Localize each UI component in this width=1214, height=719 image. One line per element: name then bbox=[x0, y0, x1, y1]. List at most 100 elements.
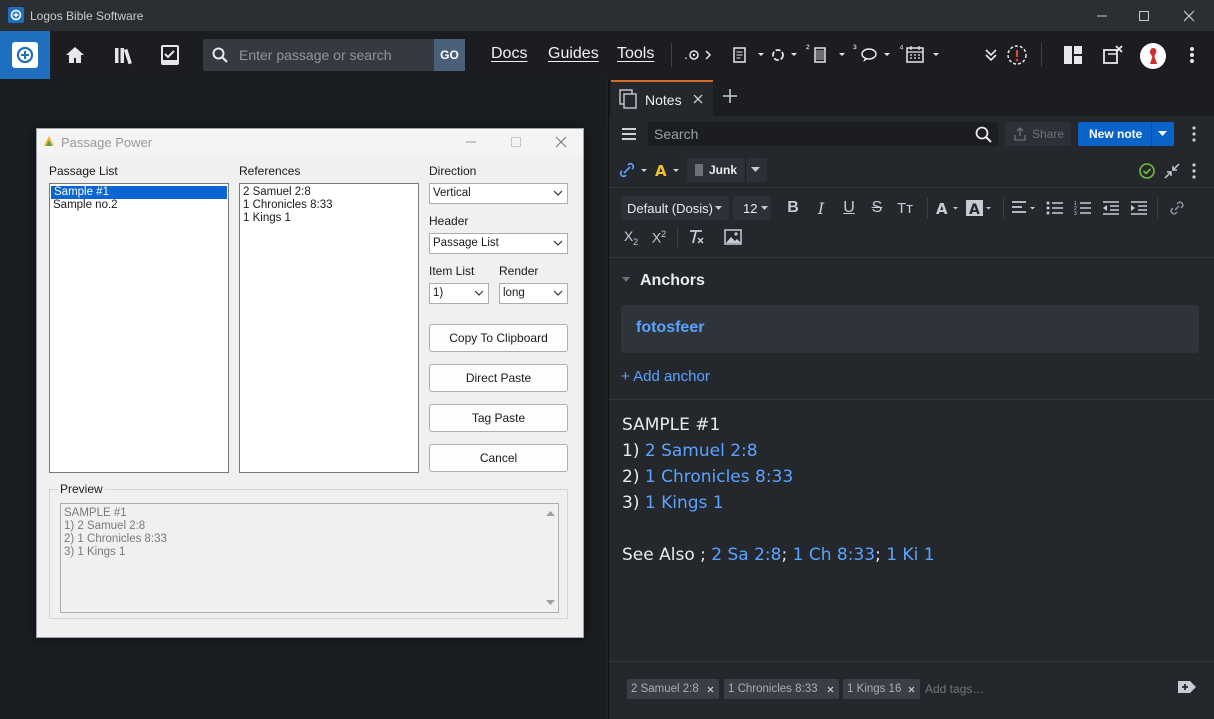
ref-separator: ; bbox=[781, 545, 793, 565]
dialog-close-button[interactable] bbox=[555, 136, 567, 148]
passage-list-box[interactable]: Sample #1 Sample no.2 bbox=[49, 183, 229, 473]
toolbar-tool-2[interactable] bbox=[731, 43, 767, 67]
toolbar-divider bbox=[677, 227, 678, 247]
tasks-icon[interactable] bbox=[157, 41, 183, 69]
tab-notes[interactable]: Notes bbox=[611, 80, 713, 116]
share-button[interactable]: Share bbox=[1005, 122, 1071, 146]
go-button[interactable]: GO bbox=[434, 39, 465, 71]
copy-to-clipboard-button[interactable]: Copy To Clipboard bbox=[429, 324, 568, 352]
list-item[interactable]: 1 Chronicles 8:33 bbox=[240, 199, 418, 212]
home-icon[interactable] bbox=[62, 41, 88, 69]
cancel-button[interactable]: Cancel bbox=[429, 444, 568, 472]
notebook-select[interactable]: Junk bbox=[687, 158, 767, 182]
close-window-button[interactable] bbox=[1166, 0, 1212, 31]
tag-chip[interactable]: 1 Kings 16 bbox=[843, 679, 920, 699]
render-select[interactable]: long bbox=[499, 283, 568, 304]
highlight-color-button[interactable]: A bbox=[654, 161, 682, 179]
underline-button[interactable]: U bbox=[839, 198, 859, 218]
dialog-minimize-button[interactable] bbox=[465, 136, 477, 148]
numbered-list-button[interactable]: 123 bbox=[1073, 198, 1093, 218]
strikethrough-button[interactable]: S bbox=[867, 198, 887, 218]
add-anchor-link[interactable]: + Add anchor bbox=[621, 368, 710, 385]
list-item[interactable]: Sample no.2 bbox=[50, 199, 228, 212]
dialog-maximize-button[interactable] bbox=[510, 136, 522, 148]
tag-paste-button[interactable]: Tag Paste bbox=[429, 404, 568, 432]
subscript-button[interactable]: X2 bbox=[621, 227, 641, 247]
close-panels-button[interactable] bbox=[1099, 43, 1125, 67]
header-select[interactable]: Passage List bbox=[429, 233, 568, 254]
add-tab-button[interactable] bbox=[722, 88, 738, 104]
anchor-card[interactable]: fotosfeer bbox=[621, 305, 1199, 353]
toolbar-tool-4[interactable] bbox=[812, 43, 848, 67]
superscript-button[interactable]: X2 bbox=[649, 227, 669, 247]
library-icon[interactable] bbox=[111, 41, 139, 69]
indent-button[interactable] bbox=[1129, 198, 1149, 218]
passage-search-input[interactable] bbox=[239, 39, 429, 71]
chevron-down-icon bbox=[474, 290, 484, 296]
list-item[interactable]: 2 Samuel 2:8 bbox=[240, 186, 418, 199]
preview-line: 2) 1 Chronicles 8:33 bbox=[64, 533, 167, 545]
select-divider bbox=[745, 158, 746, 182]
insert-image-button[interactable] bbox=[723, 227, 743, 247]
add-tags-input[interactable] bbox=[925, 679, 1125, 699]
preview-textbox[interactable]: SAMPLE #1 1) 2 Samuel 2:8 2) 1 Chronicle… bbox=[60, 503, 559, 613]
note-list-item: 3) 1 Kings 1 bbox=[622, 490, 935, 516]
list-item[interactable]: Sample #1 bbox=[51, 186, 227, 199]
toolbar-tool-5[interactable] bbox=[859, 43, 895, 67]
minimize-button[interactable] bbox=[1079, 0, 1125, 31]
reference-link[interactable]: 2 Samuel 2:8 bbox=[645, 441, 758, 461]
text-color-button[interactable]: A bbox=[935, 198, 963, 218]
link-note-button[interactable] bbox=[619, 161, 653, 179]
direct-paste-button[interactable]: Direct Paste bbox=[429, 364, 568, 392]
direction-select[interactable]: Vertical bbox=[429, 183, 568, 204]
notes-menu-button[interactable] bbox=[619, 125, 639, 143]
list-item[interactable]: 1 Kings 1 bbox=[240, 212, 418, 225]
align-button[interactable] bbox=[1011, 198, 1037, 218]
collapse-button[interactable] bbox=[1162, 161, 1182, 181]
maximize-button[interactable] bbox=[1121, 0, 1167, 31]
toolbar-tool-1[interactable]: . bbox=[684, 45, 726, 65]
reference-link[interactable]: 1 Kings 1 bbox=[645, 493, 724, 513]
add-tag-button[interactable] bbox=[1177, 679, 1197, 697]
toolbar-tool-3[interactable] bbox=[769, 43, 803, 67]
notes-more-button[interactable] bbox=[1187, 125, 1201, 143]
bold-button[interactable]: B bbox=[783, 198, 803, 218]
font-size-select[interactable]: 12 bbox=[733, 196, 771, 220]
more-tools-chevron[interactable] bbox=[982, 45, 1000, 65]
notes-search-input[interactable] bbox=[654, 122, 954, 146]
small-caps-button[interactable]: Tт bbox=[893, 198, 917, 218]
note-editor-body[interactable]: SAMPLE #1 1) 2 Samuel 2:8 2) 1 Chronicle… bbox=[622, 412, 935, 568]
preview-scrollbar[interactable] bbox=[542, 504, 558, 612]
layouts-button[interactable] bbox=[1061, 43, 1085, 67]
outdent-button[interactable] bbox=[1101, 198, 1121, 218]
logos-home-tab[interactable] bbox=[0, 31, 50, 79]
link-icon bbox=[1170, 201, 1184, 215]
new-note-button[interactable]: New note bbox=[1078, 122, 1174, 146]
tag-chip[interactable]: 2 Samuel 2:8 bbox=[627, 679, 719, 699]
font-family-select[interactable]: Default (Dosis) bbox=[621, 196, 729, 220]
reference-link[interactable]: 1 Ch 8:33 bbox=[793, 545, 875, 565]
alert-button[interactable] bbox=[1005, 43, 1029, 67]
bullet-list-button[interactable] bbox=[1045, 198, 1065, 218]
tag-chip[interactable]: 1 Chronicles 8:33 bbox=[724, 679, 839, 699]
avatar[interactable] bbox=[1140, 43, 1166, 69]
docs-menu[interactable]: Docs bbox=[491, 45, 527, 63]
insert-link-button[interactable] bbox=[1167, 198, 1187, 218]
tools-menu[interactable]: Tools bbox=[617, 45, 654, 63]
collapse-anchors-icon[interactable] bbox=[622, 277, 630, 283]
references-box[interactable]: 2 Samuel 2:8 1 Chronicles 8:33 1 Kings 1 bbox=[239, 183, 419, 473]
ref-separator: ; bbox=[875, 545, 887, 565]
background-color-button[interactable]: A bbox=[966, 198, 996, 218]
clear-formatting-button[interactable] bbox=[686, 227, 706, 247]
italic-button[interactable]: I bbox=[811, 198, 831, 218]
anchor-link[interactable]: fotosfeer bbox=[636, 319, 704, 337]
guides-menu[interactable]: Guides bbox=[548, 45, 599, 63]
reference-link[interactable]: 1 Chronicles 8:33 bbox=[645, 467, 793, 487]
reference-link[interactable]: 1 Ki 1 bbox=[886, 545, 934, 565]
app-menu-button[interactable] bbox=[1184, 43, 1200, 67]
dialog-titlebar[interactable]: Passage Power bbox=[37, 129, 583, 155]
toolbar-tool-6[interactable] bbox=[905, 43, 943, 67]
note-more-button[interactable] bbox=[1187, 161, 1201, 181]
item-list-select[interactable]: 1) bbox=[429, 283, 489, 304]
reference-link[interactable]: 2 Sa 2:8 bbox=[711, 545, 781, 565]
